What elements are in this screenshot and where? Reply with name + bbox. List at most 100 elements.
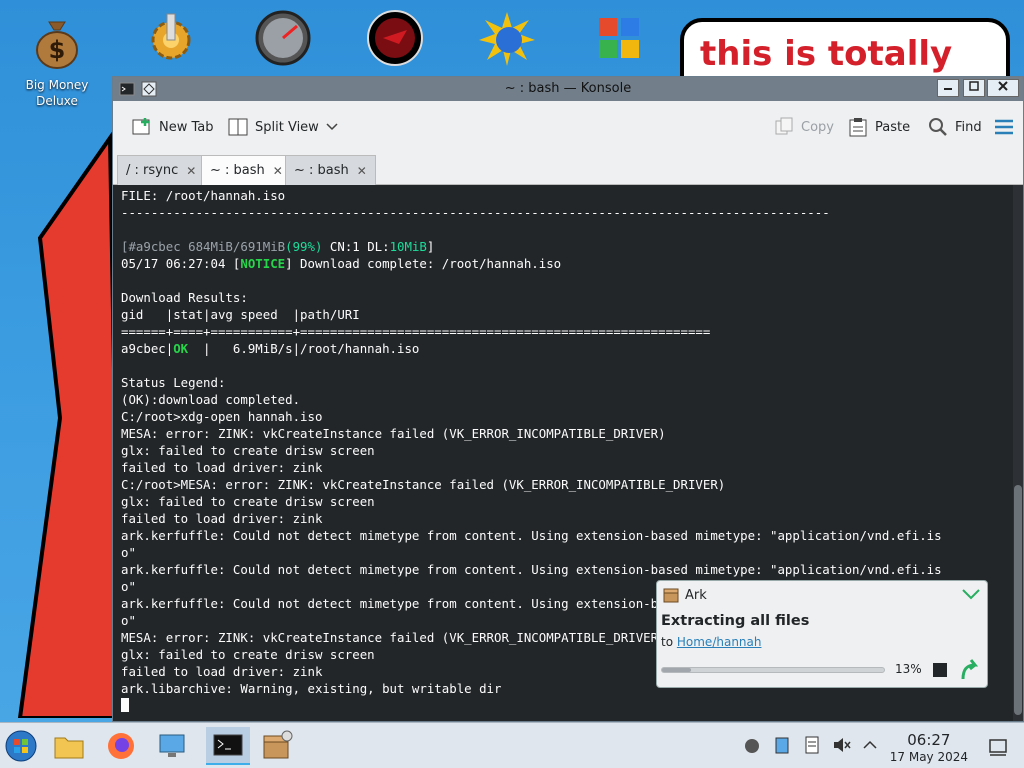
terminal-line: failed to load driver: zink (121, 460, 323, 475)
desktop-icon-launcher[interactable] (462, 0, 552, 73)
terminal-line: C:/root>MESA: error: ZINK: vkCreateInsta… (121, 477, 726, 492)
toolbar: New Tab Split View Copy Paste Find (113, 101, 1023, 153)
ark-archive-icon (263, 730, 293, 759)
ark-progress-bar (661, 667, 885, 673)
scrollbar-thumb[interactable] (1014, 485, 1022, 715)
tab-label: / : rsync (126, 163, 179, 178)
terminal-line: (OK):download completed. (121, 392, 301, 407)
terminal-prompt[interactable] (121, 697, 1005, 714)
notes-tray-icon[interactable] (802, 735, 822, 755)
hamburger-menu-button[interactable] (993, 101, 1015, 153)
terminal-line: failed to load driver: zink (121, 511, 323, 526)
collapse-chevron-icon[interactable] (961, 585, 981, 603)
close-button[interactable] (987, 79, 1019, 97)
tab-bar: / : rsync ✕ ~ : bash ✕ ~ : bash ✕ (113, 153, 1023, 185)
ark-progress-percent: 13% (895, 662, 922, 676)
tab-close-icon[interactable]: ✕ (273, 164, 283, 178)
money-bag-icon: $ (36, 21, 78, 69)
globe-burst-icon (479, 12, 535, 66)
find-label: Find (955, 119, 982, 135)
taskbar-konsole[interactable] (206, 727, 250, 765)
papers-please-emblem-icon (367, 10, 423, 66)
tab-bash-active[interactable]: ~ : bash ✕ (201, 155, 292, 185)
clipboard-tray-icon[interactable] (772, 735, 792, 755)
desktop-icon-big-money[interactable]: $ Big Money Deluxe (12, 4, 102, 109)
start-orb-icon (5, 730, 37, 762)
clock-time: 06:27 (907, 731, 951, 749)
tab-label: ~ : bash (294, 163, 349, 178)
undo-arrow-icon[interactable] (957, 657, 979, 681)
chevron-up-icon[interactable] (860, 735, 880, 755)
window-title: ~ : bash — Konsole (504, 81, 632, 96)
terminal-line: glx: failed to create drisw screen (121, 494, 375, 509)
ark-job-title: Extracting all files (661, 613, 810, 629)
close-icon (998, 81, 1008, 91)
terminal-line: C:/root>xdg-open hannah.iso (121, 409, 323, 424)
copy-label: Copy (801, 119, 834, 135)
desktop-icon-papers-please[interactable] (350, 0, 440, 73)
show-desktop-icon[interactable] (988, 737, 1008, 757)
new-tab-label: New Tab (159, 119, 214, 135)
terminal-scrollbar[interactable] (1013, 185, 1023, 721)
taskbar-file-manager[interactable] (50, 727, 88, 765)
terminal-line: ark.kerfuffle: Could not detect mimetype… (121, 562, 942, 577)
tab-close-icon[interactable]: ✕ (186, 164, 196, 178)
new-tab-icon (132, 118, 150, 135)
start-button[interactable] (2, 727, 40, 765)
split-view-label: Split View (255, 119, 319, 135)
gear-icon (151, 13, 191, 60)
terminal-line: Status Legend: (121, 375, 226, 390)
paste-button[interactable]: Paste (847, 101, 910, 153)
terminal-line: a9cbec|OK | 6.9MiB/s|/root/hannah.iso (121, 341, 420, 356)
split-view-button[interactable]: Split View (227, 101, 339, 153)
minimize-icon (944, 88, 952, 90)
maximize-button[interactable] (963, 79, 985, 97)
clock-date: 17 May 2024 (889, 750, 968, 764)
office-logo-icon (599, 18, 639, 58)
new-tab-button[interactable]: New Tab (131, 101, 214, 153)
tab-rsync[interactable]: / : rsync ✕ (117, 155, 206, 185)
terminal-icon (213, 734, 243, 756)
ark-app-name: Ark (685, 587, 707, 603)
desktop-icon-kevinoffice[interactable] (574, 0, 664, 73)
volume-muted-icon[interactable] (832, 735, 852, 755)
clock[interactable]: 06:27 17 May 2024 (890, 731, 968, 765)
destination-link[interactable]: Home/hannah (677, 635, 762, 649)
terminal-line: ----------------------------------------… (121, 205, 830, 220)
taskbar-ark[interactable] (258, 727, 296, 765)
chevron-down-icon (326, 123, 338, 131)
terminal-line: glx: failed to create drisw screen (121, 443, 375, 458)
svg-text:$: $ (49, 36, 66, 64)
firefox-icon (108, 733, 134, 759)
find-button[interactable]: Find (927, 101, 982, 153)
desktop-icon-optimizer[interactable] (238, 0, 328, 73)
red-scribble (17, 131, 120, 718)
update-notifier-icon[interactable] (742, 735, 762, 755)
stop-button[interactable] (933, 663, 947, 677)
tab-label: ~ : bash (210, 163, 265, 178)
desktop-icon-sync[interactable] (126, 0, 216, 73)
maximize-icon (969, 81, 979, 91)
copy-button[interactable]: Copy (773, 101, 834, 153)
paste-label: Paste (875, 119, 911, 135)
terminal-line: 05/17 06:27:04 [NOTICE] Download complet… (121, 256, 562, 271)
taskbar-firefox[interactable] (102, 727, 140, 765)
terminal-line: MESA: error: ZINK: vkCreateInstance fail… (121, 426, 666, 441)
minimize-button[interactable] (937, 79, 959, 97)
split-view-icon (228, 118, 248, 136)
hamburger-icon (995, 119, 1013, 135)
title-bar[interactable]: ~ : bash — Konsole (113, 77, 1023, 101)
monitor-settings-icon (159, 734, 185, 757)
ark-archive-icon (663, 588, 679, 603)
ark-header: Ark (663, 587, 707, 603)
copy-icon (775, 117, 793, 135)
tab-close-icon[interactable]: ✕ (357, 164, 367, 178)
taskbar-system-settings[interactable] (154, 727, 192, 765)
terminal-line: o" (121, 545, 136, 560)
paste-icon (849, 118, 867, 137)
terminal-line: Download Results: (121, 290, 248, 305)
terminal-line: [#a9cbec 684MiB/691MiB(99%) CN:1 DL:10Mi… (121, 239, 435, 254)
ark-notification: Ark Extracting all files to Home/hannah … (656, 580, 988, 688)
terminal-line: ======+====+===========+================… (121, 324, 711, 339)
tab-bash[interactable]: ~ : bash ✕ (285, 155, 376, 185)
